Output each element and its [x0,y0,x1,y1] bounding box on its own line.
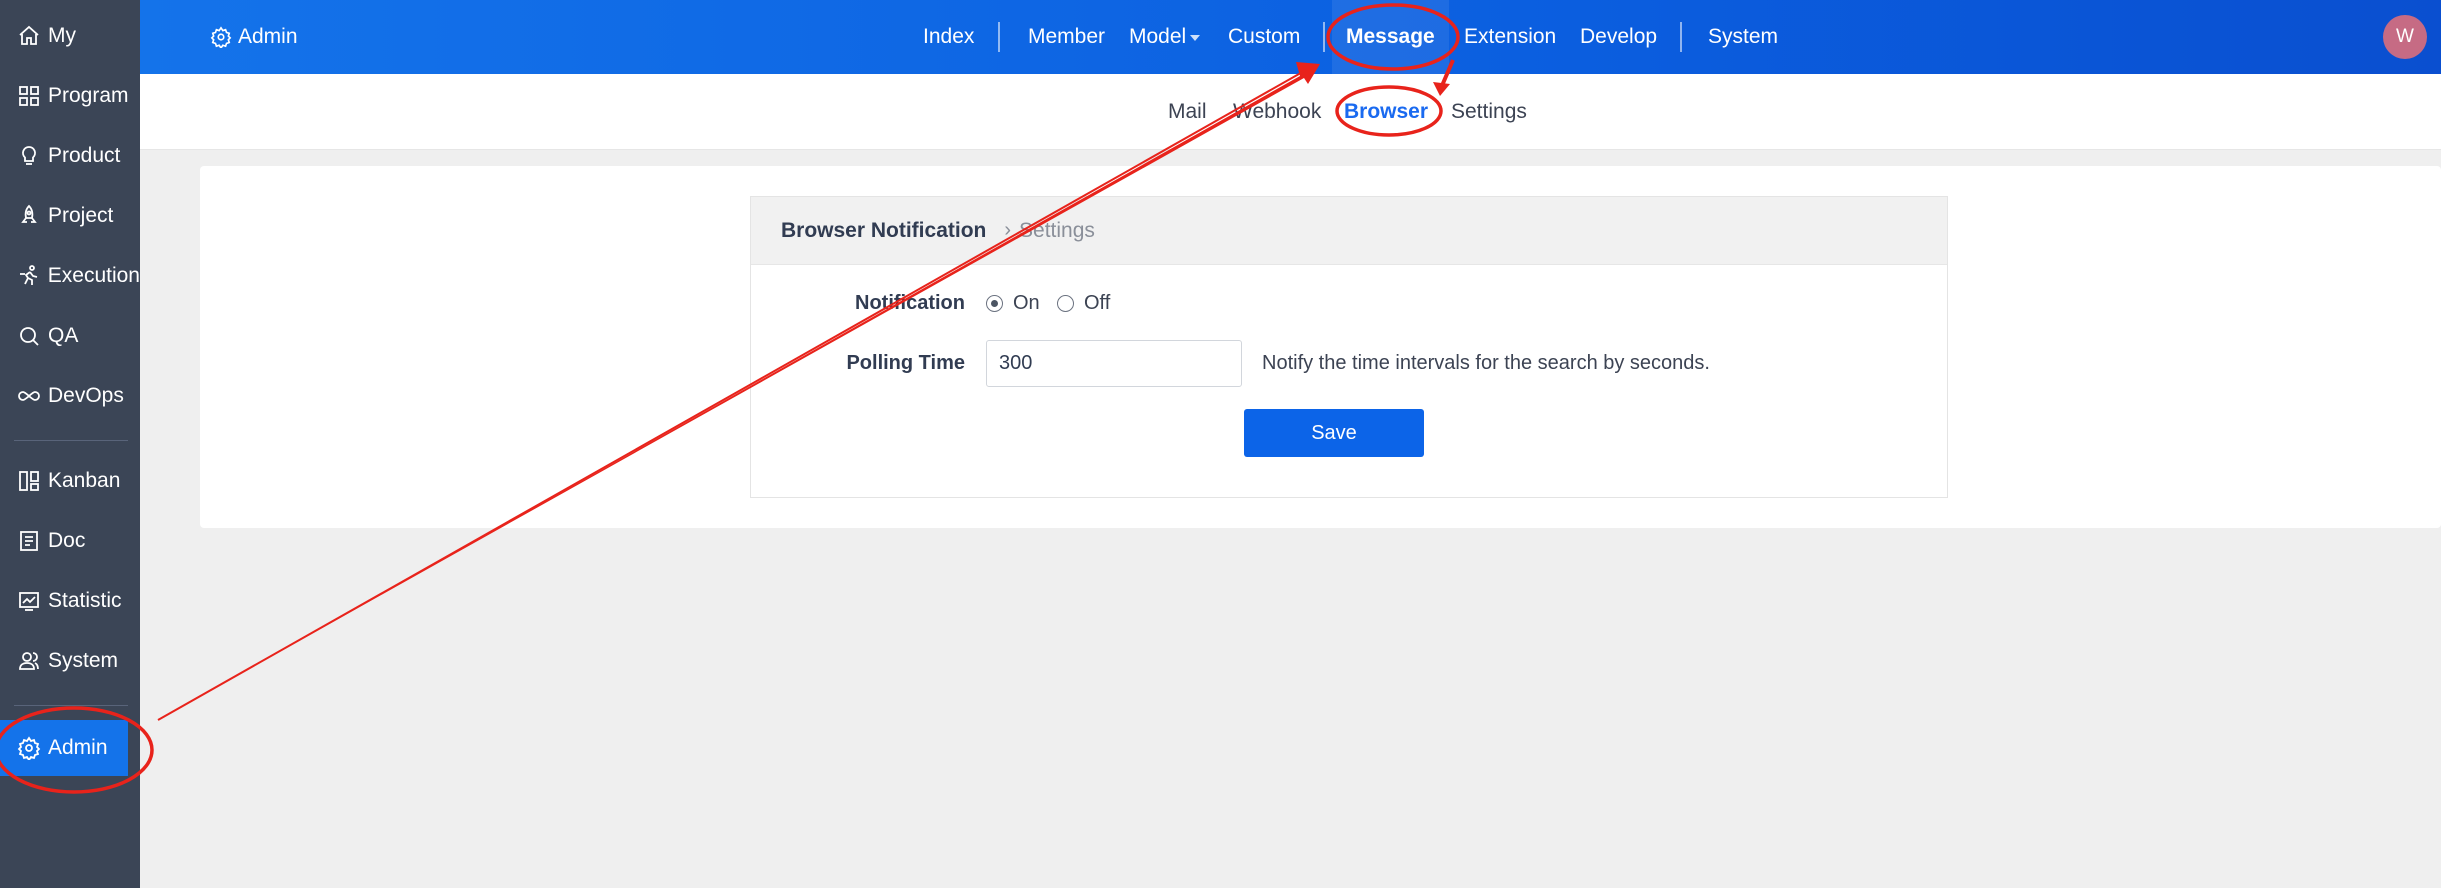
polling-time-hint: Notify the time intervals for the search… [1262,352,1710,374]
nav-index[interactable]: Index [923,0,974,74]
notification-label: Notification [855,292,965,314]
subnav-webhook[interactable]: Webhook [1233,74,1321,150]
chart-icon [16,588,42,614]
nav-separator [1680,22,1682,52]
home-icon [16,23,42,49]
card-title: Browser Notification [781,218,987,242]
doc-icon [16,528,42,554]
card-subtitle: Settings [1019,218,1095,242]
nav-model-label: Model [1129,25,1187,48]
run-icon [16,263,42,289]
infinity-icon [16,383,42,409]
notification-on-radio[interactable]: On [986,292,1040,315]
nav-extension[interactable]: Extension [1464,0,1556,74]
sidebar-item-label: System [48,649,119,672]
grid-icon [16,83,42,109]
header-admin-title[interactable]: Admin [210,0,298,74]
sidebar-item-label: My [48,24,76,47]
nav-system[interactable]: System [1708,0,1778,74]
polling-time-input[interactable] [986,340,1242,387]
subnav-mail[interactable]: Mail [1168,74,1207,150]
sidebar-item-kanban[interactable]: Kanban [0,455,140,507]
avatar[interactable]: W [2383,15,2427,59]
card-header: Browser Notification › Settings [751,197,1947,265]
nav-separator [998,22,1000,52]
radio-checked-icon [986,295,1003,312]
sidebar-item-statistic[interactable]: Statistic [0,575,140,627]
radio-on-label: On [1013,292,1040,314]
notification-off-radio[interactable]: Off [1057,292,1110,315]
subnav-settings[interactable]: Settings [1451,74,1527,150]
sidebar-item-execution[interactable]: Execution [0,250,140,302]
sidebar-item-label: QA [48,324,79,347]
users-icon [16,648,42,674]
header-admin-label: Admin [238,25,298,48]
gear-icon [210,26,232,48]
radio-unchecked-icon [1057,295,1074,312]
sidebar-divider [14,440,128,441]
caret-down-icon [1190,35,1201,41]
sidebar-item-label: Kanban [48,469,121,492]
bulb-icon [16,143,42,169]
sidebar-item-label: Execution [47,264,140,287]
sidebar-item-label: Project [48,204,114,227]
nav-model[interactable]: Model [1129,0,1201,74]
search-icon [16,323,42,349]
sidebar-item-label: Product [48,144,121,167]
sidebar-item-program[interactable]: Program [0,70,140,122]
top-header: Admin Index Member Model Custom Message … [140,0,2441,74]
sub-navigation: Mail Webhook Browser Settings [140,74,2441,150]
radio-off-label: Off [1084,292,1111,314]
sidebar: My Program Product Project Execution QA … [0,0,140,888]
sidebar-item-label: Admin [48,736,108,759]
nav-member[interactable]: Member [1028,0,1105,74]
sidebar-item-qa[interactable]: QA [0,310,140,362]
sidebar-item-label: Doc [48,529,86,552]
sidebar-item-doc[interactable]: Doc [0,515,140,567]
sidebar-item-admin[interactable]: Admin [0,720,128,776]
polling-time-label: Polling Time [846,352,965,374]
nav-separator [1323,22,1325,52]
nav-custom[interactable]: Custom [1228,0,1300,74]
gear-icon [16,735,42,761]
sidebar-item-my[interactable]: My [0,10,140,62]
kanban-icon [16,468,42,494]
sidebar-item-product[interactable]: Product [0,130,140,182]
save-button[interactable]: Save [1244,409,1424,457]
rocket-icon [16,203,42,229]
sidebar-item-label: Statistic [48,589,122,612]
sidebar-divider [14,705,128,706]
nav-develop[interactable]: Develop [1580,0,1657,74]
sidebar-item-label: Program [48,84,129,107]
sidebar-item-label: DevOps [48,384,124,407]
sidebar-item-devops[interactable]: DevOps [0,370,140,422]
sidebar-item-system[interactable]: System [0,635,140,687]
nav-message[interactable]: Message [1332,0,1449,74]
chevron-right-icon: › [1004,219,1012,241]
subnav-browser[interactable]: Browser [1344,74,1428,150]
sidebar-item-project[interactable]: Project [0,190,140,242]
